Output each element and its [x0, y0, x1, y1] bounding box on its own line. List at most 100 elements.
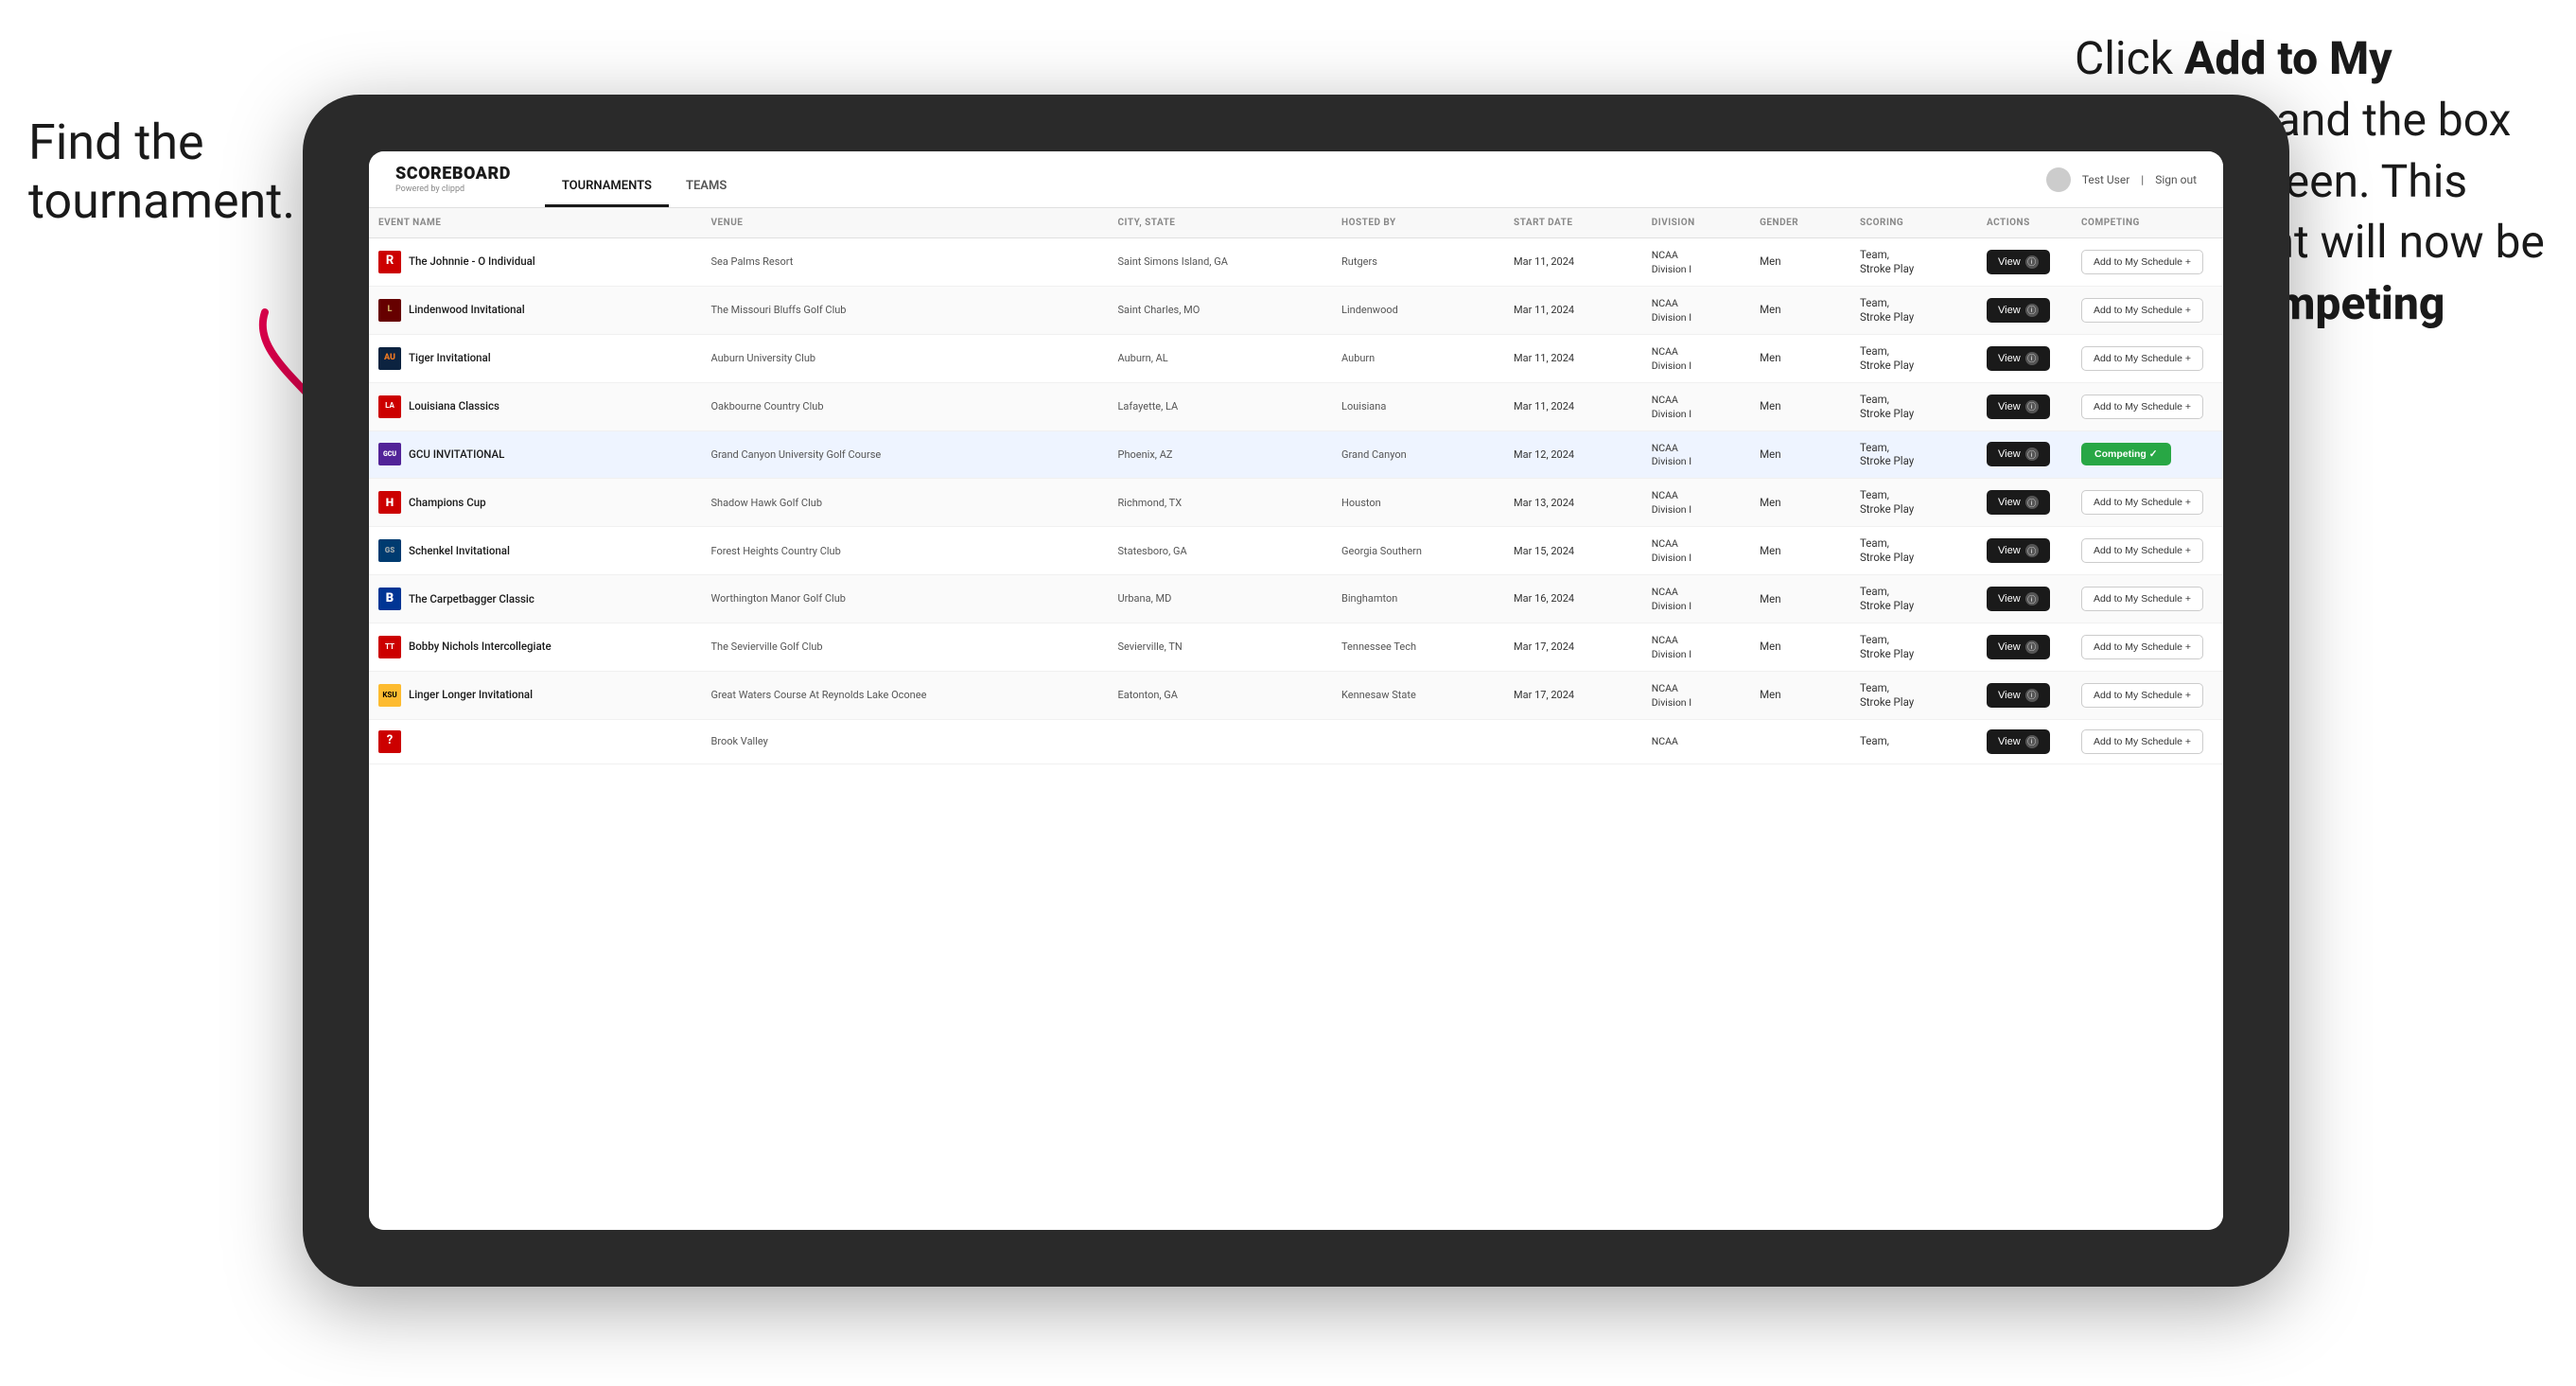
col-city-state: CITY, STATE	[1109, 208, 1333, 238]
table-row: LA Louisiana Classics Oakbourne Country …	[369, 382, 2223, 430]
event-name-cell: AU Tiger Invitational	[369, 334, 701, 382]
gender-cell: Men	[1750, 479, 1850, 527]
event-name-text: Champions Cup	[409, 496, 486, 510]
tournaments-table: EVENT NAME VENUE CITY, STATE HOSTED BY S…	[369, 208, 2223, 764]
table-row: GCU GCU INVITATIONAL Grand Canyon Univer…	[369, 430, 2223, 479]
division-cell: NCAA Division I	[1642, 575, 1750, 623]
actions-cell: View ⓘ	[1977, 382, 2072, 430]
start-date-cell: Mar 17, 2024	[1504, 671, 1642, 719]
event-name-cell: KSU Linger Longer Invitational	[369, 671, 701, 719]
scoring-cell: Team, Stroke Play	[1850, 382, 1977, 430]
event-name-cell: H Champions Cup	[369, 479, 701, 527]
add-to-schedule-button[interactable]: Add to My Schedule +	[2081, 635, 2203, 659]
division-cell: NCAA Division I	[1642, 382, 1750, 430]
hosted-by-cell: Louisiana	[1332, 382, 1504, 430]
venue-cell: Oakbourne Country Club	[701, 382, 1108, 430]
competing-cell: Add to My Schedule +	[2072, 527, 2223, 575]
city-cell: Statesboro, GA	[1109, 527, 1333, 575]
add-to-schedule-button[interactable]: Add to My Schedule +	[2081, 395, 2203, 419]
scoring-cell: Team, Stroke Play	[1850, 671, 1977, 719]
actions-cell: View ⓘ	[1977, 430, 2072, 479]
start-date-cell: Mar 17, 2024	[1504, 623, 1642, 672]
view-button[interactable]: View ⓘ	[1987, 683, 2050, 708]
actions-cell: View ⓘ	[1977, 334, 2072, 382]
competing-cell: Add to My Schedule +	[2072, 623, 2223, 672]
event-name-text: Linger Longer Invitational	[409, 688, 533, 702]
hosted-by-cell: Lindenwood	[1332, 286, 1504, 334]
tab-tournaments[interactable]: TOURNAMENTS	[545, 151, 669, 207]
add-to-schedule-button[interactable]: Add to My Schedule +	[2081, 587, 2203, 611]
logo-text: SCOREBOARD	[395, 166, 511, 183]
team-logo: GCU	[378, 443, 401, 465]
competing-cell: Add to My Schedule +	[2072, 719, 2223, 763]
gender-cell: Men	[1750, 334, 1850, 382]
add-to-schedule-button[interactable]: Add to My Schedule +	[2081, 298, 2203, 323]
view-button[interactable]: View ⓘ	[1987, 395, 2050, 419]
actions-cell: View ⓘ	[1977, 527, 2072, 575]
city-cell: Richmond, TX	[1109, 479, 1333, 527]
actions-cell: View ⓘ	[1977, 623, 2072, 672]
view-button[interactable]: View ⓘ	[1987, 587, 2050, 611]
view-button[interactable]: View ⓘ	[1987, 729, 2050, 754]
event-name-text: Louisiana Classics	[409, 399, 499, 413]
competing-button[interactable]: Competing ✓	[2081, 443, 2171, 465]
user-avatar	[2046, 167, 2071, 192]
scoring-cell: Team, Stroke Play	[1850, 334, 1977, 382]
view-button[interactable]: View ⓘ	[1987, 250, 2050, 274]
team-logo: R	[378, 251, 401, 273]
start-date-cell: Mar 11, 2024	[1504, 334, 1642, 382]
city-cell: Phoenix, AZ	[1109, 430, 1333, 479]
add-to-schedule-button[interactable]: Add to My Schedule +	[2081, 250, 2203, 274]
hosted-by-cell: Houston	[1332, 479, 1504, 527]
gender-cell: Men	[1750, 527, 1850, 575]
start-date-cell: Mar 11, 2024	[1504, 382, 1642, 430]
actions-cell: View ⓘ	[1977, 671, 2072, 719]
gender-cell: Men	[1750, 286, 1850, 334]
venue-cell: The Missouri Bluffs Golf Club	[701, 286, 1108, 334]
sign-out-link[interactable]: Sign out	[2155, 173, 2197, 186]
table-row: TT Bobby Nichols Intercollegiate The Sev…	[369, 623, 2223, 672]
team-logo: B	[378, 588, 401, 610]
logo-area: SCOREBOARD Powered by clippd	[395, 166, 511, 194]
city-cell: Eatonton, GA	[1109, 671, 1333, 719]
hosted-by-cell: Georgia Southern	[1332, 527, 1504, 575]
add-to-schedule-button[interactable]: Add to My Schedule +	[2081, 538, 2203, 563]
division-cell: NCAA Division I	[1642, 623, 1750, 672]
gender-cell: Men	[1750, 623, 1850, 672]
event-name-cell: GS Schenkel Invitational	[369, 527, 701, 575]
table-row: KSU Linger Longer Invitational Great Wat…	[369, 671, 2223, 719]
start-date-cell: Mar 11, 2024	[1504, 286, 1642, 334]
venue-cell: Grand Canyon University Golf Course	[701, 430, 1108, 479]
col-actions: ACTIONS	[1977, 208, 2072, 238]
col-venue: VENUE	[701, 208, 1108, 238]
scoring-cell: Team, Stroke Play	[1850, 238, 1977, 287]
event-name-cell: LA Louisiana Classics	[369, 382, 701, 430]
view-button[interactable]: View ⓘ	[1987, 538, 2050, 563]
event-name-text: The Carpetbagger Classic	[409, 592, 534, 606]
add-to-schedule-button[interactable]: Add to My Schedule +	[2081, 729, 2203, 754]
team-logo: TT	[378, 636, 401, 658]
col-start-date: START DATE	[1504, 208, 1642, 238]
view-button[interactable]: View ⓘ	[1987, 346, 2050, 371]
view-button[interactable]: View ⓘ	[1987, 635, 2050, 659]
city-cell: Urbana, MD	[1109, 575, 1333, 623]
start-date-cell: Mar 13, 2024	[1504, 479, 1642, 527]
scoring-cell: Team, Stroke Play	[1850, 527, 1977, 575]
scoring-cell: Team, Stroke Play	[1850, 286, 1977, 334]
table-row: B The Carpetbagger Classic Worthington M…	[369, 575, 2223, 623]
tab-teams[interactable]: TEAMS	[669, 151, 744, 207]
city-cell: Saint Simons Island, GA	[1109, 238, 1333, 287]
view-button[interactable]: View ⓘ	[1987, 490, 2050, 515]
view-button[interactable]: View ⓘ	[1987, 298, 2050, 323]
actions-cell: View ⓘ	[1977, 575, 2072, 623]
view-button[interactable]: View ⓘ	[1987, 442, 2050, 466]
tablet-frame: SCOREBOARD Powered by clippd TOURNAMENTS…	[303, 95, 2289, 1287]
division-cell: NCAA Division I	[1642, 527, 1750, 575]
add-to-schedule-button[interactable]: Add to My Schedule +	[2081, 490, 2203, 515]
add-to-schedule-button[interactable]: Add to My Schedule +	[2081, 683, 2203, 708]
competing-cell: Competing ✓	[2072, 430, 2223, 479]
division-cell: NCAA Division I	[1642, 286, 1750, 334]
app-header: SCOREBOARD Powered by clippd TOURNAMENTS…	[369, 151, 2223, 208]
team-logo: AU	[378, 347, 401, 370]
add-to-schedule-button[interactable]: Add to My Schedule +	[2081, 346, 2203, 371]
